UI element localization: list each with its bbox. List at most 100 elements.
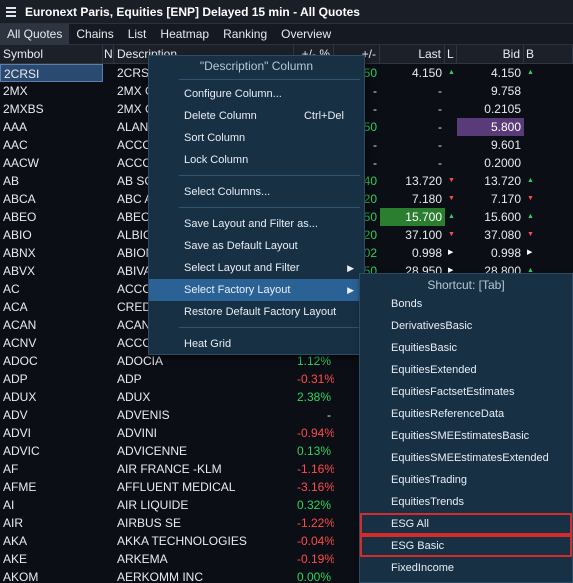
description-cell: ADVINI bbox=[117, 426, 158, 440]
menu-item-save-default-layout[interactable]: Save as Default Layout bbox=[149, 235, 364, 257]
submenu-item-derivativesbasic[interactable]: DerivativesBasic bbox=[360, 315, 572, 337]
last-direction-icon: ▼ bbox=[448, 195, 455, 202]
tab-overview[interactable]: Overview bbox=[274, 24, 338, 45]
last-cell: - bbox=[438, 138, 442, 152]
description-cell: AFFLUENT MEDICAL bbox=[117, 480, 236, 494]
last-cell: 4.150 bbox=[411, 66, 442, 80]
symbol-cell: ABNX bbox=[3, 246, 36, 260]
menu-item-save-layout-filter[interactable]: Save Layout and Filter as... bbox=[149, 213, 364, 235]
submenu-item-equitiesextended[interactable]: EquitiesExtended bbox=[360, 359, 572, 381]
pct-change-cell: 0.00% bbox=[297, 570, 332, 583]
menu-item-select-factory-layout[interactable]: Select Factory Layout ▶ bbox=[149, 279, 364, 301]
bid-cell: 0.2105 bbox=[484, 102, 521, 116]
submenu-item-equitiestrends[interactable]: EquitiesTrends bbox=[360, 491, 572, 513]
last-cell: 7.180 bbox=[411, 192, 442, 206]
tab-ranking[interactable]: Ranking bbox=[216, 24, 274, 45]
hamburger-menu-icon[interactable] bbox=[0, 0, 22, 24]
submenu-item-esg-all[interactable]: ESG All bbox=[360, 513, 572, 535]
bid-direction-icon: ▲ bbox=[527, 213, 534, 220]
last-direction-icon: ▼ bbox=[448, 231, 455, 238]
last-direction-icon: ▲ bbox=[448, 213, 455, 220]
symbol-cell: AAA bbox=[3, 120, 28, 134]
column-context-menu: "Description" Column Configure Column...… bbox=[148, 55, 365, 355]
symbol-cell: ABIO bbox=[3, 228, 32, 242]
submenu-item-bonds[interactable]: Bonds bbox=[360, 293, 572, 315]
symbol-cell: AFME bbox=[3, 480, 37, 494]
bid-direction-icon: ▲ bbox=[527, 177, 534, 184]
symbol-cell: ABEO bbox=[3, 210, 37, 224]
last-direction-icon bbox=[445, 154, 457, 172]
menu-item-label: Restore Default Factory Layout bbox=[184, 306, 337, 318]
submenu-item-equitiessmeestimatesextended[interactable]: EquitiesSMEEstimatesExtended bbox=[360, 447, 572, 469]
tab-chains[interactable]: Chains bbox=[69, 24, 120, 45]
menu-item-label: Select Layout and Filter bbox=[184, 262, 300, 274]
menu-item-select-columns[interactable]: Select Columns... bbox=[149, 181, 364, 203]
description-cell: AERKOMM INC bbox=[117, 570, 204, 583]
tab-all-quotes[interactable]: All Quotes bbox=[0, 23, 70, 45]
symbol-cell: 2MXBS bbox=[3, 102, 44, 116]
menu-item-shortcut: Ctrl+Del bbox=[303, 110, 344, 122]
menu-separator bbox=[179, 327, 360, 328]
submenu-arrow-icon: ▶ bbox=[347, 285, 354, 295]
description-cell: ADP bbox=[117, 372, 142, 386]
bid-cell: 13.720 bbox=[484, 174, 521, 188]
description-cell: ARKEMA bbox=[117, 552, 168, 566]
menu-item-label: Save Layout and Filter as... bbox=[184, 218, 318, 230]
last-direction-icon bbox=[445, 136, 457, 154]
menu-item-label: Configure Column... bbox=[184, 88, 282, 100]
pct-change-cell: -1.16% bbox=[297, 462, 334, 476]
menu-item-delete-column[interactable]: Delete Column Ctrl+Del bbox=[149, 105, 364, 127]
last-cell: 15.700 bbox=[380, 208, 445, 226]
last-cell: 37.100 bbox=[405, 228, 442, 242]
bid-direction-icon: ▶ bbox=[527, 249, 533, 256]
menu-item-configure-column[interactable]: Configure Column... bbox=[149, 83, 364, 105]
bid-cell: 4.150 bbox=[490, 66, 521, 80]
pct-change-cell: -3.16% bbox=[297, 480, 334, 494]
description-cell: ADVENIS bbox=[117, 408, 170, 422]
symbol-cell: ADOC bbox=[3, 354, 38, 368]
pct-change-cell: -0.94% bbox=[297, 426, 334, 440]
menu-separator bbox=[179, 207, 360, 208]
symbol-cell: 2MX bbox=[3, 84, 28, 98]
description-cell: AIR LIQUIDE bbox=[117, 498, 189, 512]
column-header-n[interactable]: N bbox=[103, 45, 114, 64]
submenu-item-esg-basic[interactable]: ESG Basic bbox=[360, 535, 572, 557]
window-title: Euronext Paris, Equities [ENP] Delayed 1… bbox=[25, 4, 360, 19]
submenu-arrow-icon: ▶ bbox=[347, 263, 354, 273]
pct-change-cell: -0.19% bbox=[297, 552, 334, 566]
menu-item-sort-column[interactable]: Sort Column bbox=[149, 127, 364, 149]
description-cell: AKKA TECHNOLOGIES bbox=[117, 534, 247, 548]
menu-item-lock-column[interactable]: Lock Column bbox=[149, 149, 364, 171]
symbol-cell: ACNV bbox=[3, 336, 37, 350]
symbol-cell: 2CRSI bbox=[0, 64, 103, 82]
tab-heatmap[interactable]: Heatmap bbox=[153, 24, 216, 45]
view-tabs: All Quotes Chains List Heatmap Ranking O… bbox=[0, 23, 573, 45]
last-cell: - bbox=[438, 84, 442, 98]
menu-item-select-layout-filter[interactable]: Select Layout and Filter ▶ bbox=[149, 257, 364, 279]
submenu-item-equitiesfactsetestimates[interactable]: EquitiesFactsetEstimates bbox=[360, 381, 572, 403]
column-header-last[interactable]: Last bbox=[380, 45, 445, 64]
submenu-item-equitiessmeestimatesbasic[interactable]: EquitiesSMEEstimatesBasic bbox=[360, 425, 572, 447]
description-cell: ADVICENNE bbox=[117, 444, 188, 458]
bid-direction-icon bbox=[524, 100, 573, 118]
pct-change-cell: -0.31% bbox=[297, 372, 334, 386]
menu-item-restore-default-factory[interactable]: Restore Default Factory Layout bbox=[149, 301, 364, 323]
submenu-item-equitiesbasic[interactable]: EquitiesBasic bbox=[360, 337, 572, 359]
submenu-item-equitiesreferencedata[interactable]: EquitiesReferenceData bbox=[360, 403, 572, 425]
tab-list[interactable]: List bbox=[121, 24, 154, 45]
submenu-item-fixedincome[interactable]: FixedIncome bbox=[360, 557, 572, 579]
bid-direction-icon: ▼ bbox=[527, 231, 534, 238]
pct-change-cell: 0.13% bbox=[297, 444, 332, 458]
menu-separator bbox=[179, 175, 360, 176]
symbol-cell: ADV bbox=[3, 408, 28, 422]
menu-item-heat-grid[interactable]: Heat Grid bbox=[149, 333, 364, 355]
description-cell: ADUX bbox=[117, 390, 151, 404]
submenu-item-equitiestrading[interactable]: EquitiesTrading bbox=[360, 469, 572, 491]
pct-change-cell: - bbox=[327, 408, 331, 422]
column-header-symbol[interactable]: Symbol bbox=[0, 45, 103, 64]
column-header-last-flag[interactable]: L bbox=[445, 45, 457, 64]
column-header-bid[interactable]: Bid bbox=[457, 45, 524, 64]
column-header-bid-flag[interactable]: B bbox=[524, 45, 573, 64]
pct-change-cell: 2.38% bbox=[297, 390, 332, 404]
last-direction-icon: ▶ bbox=[448, 249, 454, 256]
